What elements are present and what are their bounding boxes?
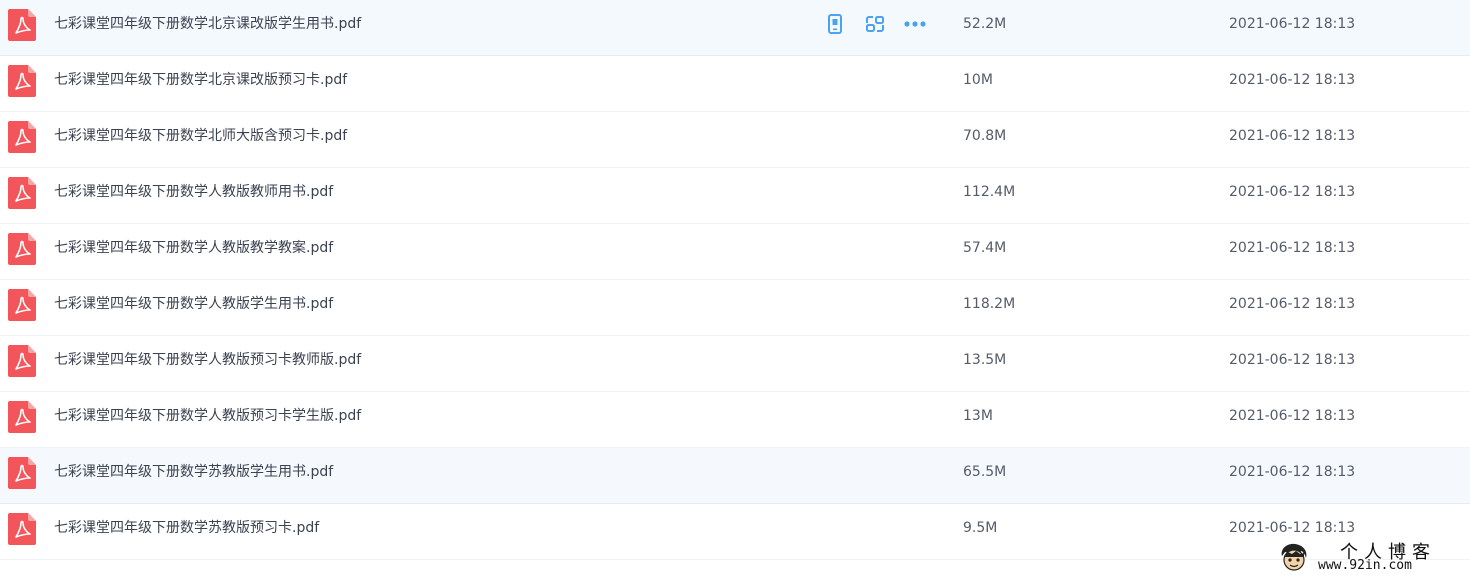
pdf-file-icon	[8, 513, 36, 545]
share-link-icon	[866, 16, 884, 32]
pdf-file-icon	[8, 9, 36, 41]
file-name[interactable]: 七彩课堂四年级下册数学人教版教师用书.pdf	[54, 182, 333, 202]
watermark-url: www.92in.com	[1318, 558, 1412, 573]
file-date: 2021-06-12 18:13	[1229, 464, 1356, 480]
file-row[interactable]: 七彩课堂四年级下册数学北京课改版学生用书.pdf 52.2M 2021-06-1…	[0, 0, 1470, 56]
file-list: 七彩课堂四年级下册数学北京课改版学生用书.pdf 52.2M 2021-06-1…	[0, 0, 1470, 560]
more-button[interactable]	[902, 12, 928, 36]
file-name[interactable]: 七彩课堂四年级下册数学苏教版学生用书.pdf	[54, 462, 333, 482]
file-row[interactable]: 七彩课堂四年级下册数学北京课改版预习卡.pdf 10M 2021-06-12 1…	[0, 56, 1470, 112]
share-button[interactable]	[862, 12, 888, 36]
file-row[interactable]: 七彩课堂四年级下册数学人教版学生用书.pdf 118.2M 2021-06-12…	[0, 280, 1470, 336]
file-size: 118.2M	[963, 296, 1016, 312]
file-size: 10M	[963, 72, 993, 88]
file-size: 112.4M	[963, 184, 1016, 200]
file-date: 2021-06-12 18:13	[1229, 16, 1356, 32]
file-name[interactable]: 七彩课堂四年级下册数学人教版预习卡教师版.pdf	[54, 350, 361, 370]
file-name[interactable]: 七彩课堂四年级下册数学人教版学生用书.pdf	[54, 294, 333, 314]
pdf-file-icon	[8, 65, 36, 97]
file-size: 65.5M	[963, 464, 1007, 480]
file-name[interactable]: 七彩课堂四年级下册数学人教版教学教案.pdf	[54, 238, 333, 258]
pdf-file-icon	[8, 289, 36, 321]
row-actions	[822, 12, 942, 36]
pdf-file-icon	[8, 401, 36, 433]
file-date: 2021-06-12 18:13	[1229, 184, 1356, 200]
file-row[interactable]: 七彩课堂四年级下册数学人教版预习卡教师版.pdf 13.5M 2021-06-1…	[0, 336, 1470, 392]
file-date: 2021-06-12 18:13	[1229, 296, 1356, 312]
cartoon-face-icon	[1281, 543, 1307, 571]
file-date: 2021-06-12 18:13	[1229, 520, 1356, 536]
file-row[interactable]: 七彩课堂四年级下册数学苏教版预习卡.pdf 9.5M 2021-06-12 18…	[0, 504, 1470, 560]
phone-icon	[828, 14, 842, 34]
pdf-file-icon	[8, 121, 36, 153]
file-size: 13M	[963, 408, 993, 424]
file-date: 2021-06-12 18:13	[1229, 240, 1356, 256]
file-date: 2021-06-12 18:13	[1229, 72, 1356, 88]
file-name[interactable]: 七彩课堂四年级下册数学北京课改版学生用书.pdf	[54, 14, 361, 34]
send-to-phone-button[interactable]	[822, 12, 848, 36]
file-size: 70.8M	[963, 128, 1007, 144]
pdf-file-icon	[8, 233, 36, 265]
blog-watermark: 个人博客 www.92in.com	[1278, 538, 1468, 576]
file-name[interactable]: 七彩课堂四年级下册数学北京课改版预习卡.pdf	[54, 70, 347, 90]
file-row[interactable]: 七彩课堂四年级下册数学人教版教学教案.pdf 57.4M 2021-06-12 …	[0, 224, 1470, 280]
file-name[interactable]: 七彩课堂四年级下册数学北师大版含预习卡.pdf	[54, 126, 347, 146]
file-size: 13.5M	[963, 352, 1007, 368]
file-size: 9.5M	[963, 520, 998, 536]
file-name[interactable]: 七彩课堂四年级下册数学人教版预习卡学生版.pdf	[54, 406, 361, 426]
file-name[interactable]: 七彩课堂四年级下册数学苏教版预习卡.pdf	[54, 518, 319, 538]
file-row[interactable]: 七彩课堂四年级下册数学北师大版含预习卡.pdf 70.8M 2021-06-12…	[0, 112, 1470, 168]
file-row[interactable]: 七彩课堂四年级下册数学苏教版学生用书.pdf 65.5M 2021-06-12 …	[0, 448, 1470, 504]
file-date: 2021-06-12 18:13	[1229, 352, 1356, 368]
pdf-file-icon	[8, 457, 36, 489]
file-row[interactable]: 七彩课堂四年级下册数学人教版教师用书.pdf 112.4M 2021-06-12…	[0, 168, 1470, 224]
file-row[interactable]: 七彩课堂四年级下册数学人教版预习卡学生版.pdf 13M 2021-06-12 …	[0, 392, 1470, 448]
file-date: 2021-06-12 18:13	[1229, 128, 1356, 144]
pdf-file-icon	[8, 177, 36, 209]
file-size: 52.2M	[963, 16, 1007, 32]
file-size: 57.4M	[963, 240, 1007, 256]
pdf-file-icon	[8, 345, 36, 377]
more-icon	[904, 21, 926, 27]
file-date: 2021-06-12 18:13	[1229, 408, 1356, 424]
